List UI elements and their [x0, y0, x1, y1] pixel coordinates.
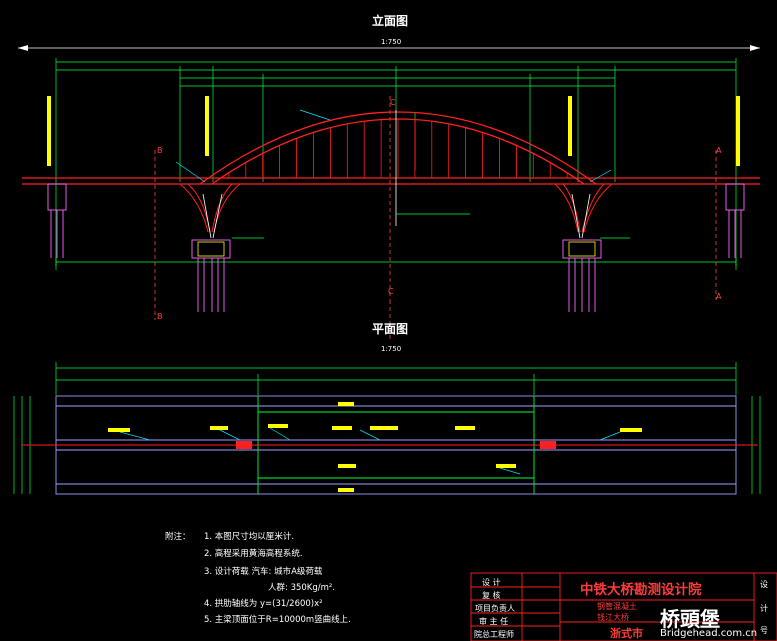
- abutment-right: [725, 183, 745, 258]
- note-1: 1. 本图尺寸均以厘米计.: [204, 532, 295, 542]
- main-deck: [22, 177, 760, 185]
- section-lines: [154, 96, 717, 320]
- plan-leaders: [119, 427, 621, 475]
- tb-row-check: 复 核: [482, 591, 501, 600]
- section-mark-c-top: C: [390, 98, 396, 107]
- note-4: 4. 拱肋轴线为 y=(31/2600)x²: [204, 599, 323, 609]
- section-mark-b-bottom: B: [157, 312, 163, 321]
- plan-leader-texts: [108, 402, 642, 492]
- note-2: 2. 高程采用黄海高程系统.: [204, 549, 303, 559]
- pier-cap-right: [568, 241, 596, 257]
- side-arch-right: [554, 183, 613, 233]
- abutment-left: [47, 183, 67, 258]
- tb-project-line2: 钱江大桥: [597, 613, 629, 622]
- tb-project-line1: 钢管混凝土: [597, 602, 637, 611]
- tb-row-design: 设 计: [482, 578, 501, 587]
- section-mark-a-bottom: A: [716, 292, 722, 301]
- pier-cap-left: [197, 241, 225, 257]
- tb-row-lead: 项目负责人: [475, 604, 515, 613]
- section-mark-a-top: A: [716, 146, 722, 155]
- side-arch-left: [179, 183, 241, 233]
- plan-pier-right: [540, 441, 556, 449]
- hangers: [228, 119, 568, 178]
- watermark-url: Bridgehead.com.cn: [660, 628, 758, 639]
- right-arrow-icon: [750, 45, 760, 51]
- plan-scale: 1:750: [381, 345, 402, 353]
- tb-company: 中铁大桥勘测设计院: [580, 582, 702, 598]
- column-accents: [202, 193, 591, 239]
- tb-city: 浙式市: [610, 627, 643, 640]
- notes-label: 附注：: [165, 532, 191, 542]
- tb-side-2: 计: [760, 604, 768, 613]
- section-mark-c-bottom: C: [388, 287, 394, 296]
- tb-row-chief: 院总工程师: [474, 630, 514, 639]
- note-5: 5. 主梁顶面位于R=10000m竖曲线上.: [204, 615, 351, 625]
- elevation-view: [18, 45, 760, 320]
- elevation-scale: 1:750: [381, 38, 402, 46]
- plan-title: 平面图: [372, 322, 409, 336]
- tb-side-1: 设: [760, 580, 768, 589]
- elevation-title: 立面图: [372, 14, 409, 28]
- plan-pier-left: [236, 441, 252, 449]
- tb-row-director: 审 主 任: [479, 617, 509, 626]
- note-3b: 人群: 350Kg/m².: [268, 583, 336, 593]
- section-mark-b-top: B: [157, 146, 163, 155]
- note-3: 3. 设计荷载 汽车: 城市A级荷载: [204, 567, 323, 577]
- leader-lines: [175, 109, 612, 183]
- left-arrow-icon: [18, 45, 28, 51]
- tb-side-3: 号: [760, 626, 768, 635]
